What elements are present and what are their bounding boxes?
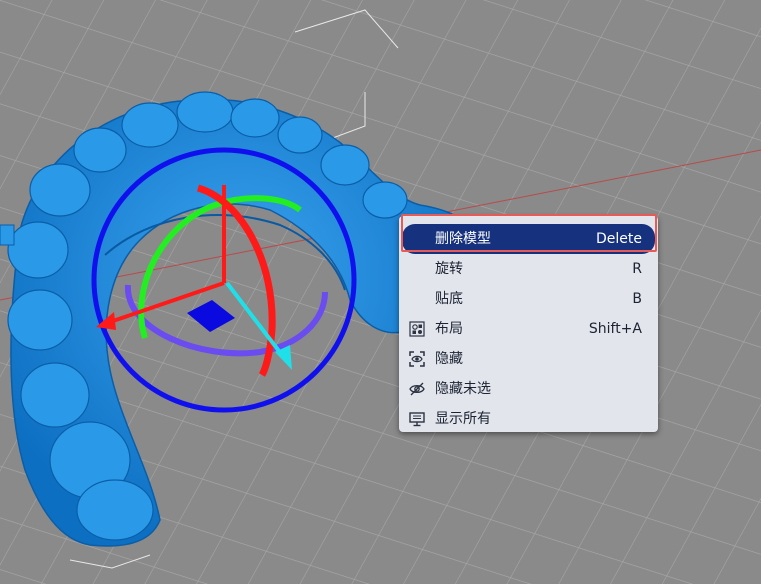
menu-item-hide-unselected[interactable]: 隐藏未选: [402, 374, 655, 404]
arrange-icon: [409, 321, 425, 337]
menu-item-delete-model[interactable]: 删除模型 Delete: [402, 224, 655, 254]
hide-icon: [409, 351, 425, 367]
menu-item-label: 隐藏: [435, 351, 463, 367]
menu-item-label: 布局: [435, 321, 463, 337]
menu-item-rotate[interactable]: 旋转 R: [402, 254, 655, 284]
menu-item-shortcut: B: [632, 291, 642, 307]
menu-item-arrange[interactable]: 布局 Shift+A: [402, 314, 655, 344]
menu-item-label: 显示所有: [435, 411, 491, 427]
menu-item-hide[interactable]: 隐藏: [402, 344, 655, 374]
menu-item-lay-flat[interactable]: 贴底 B: [402, 284, 655, 314]
menu-item-show-all[interactable]: 显示所有: [402, 404, 655, 434]
monitor-icon: [409, 411, 425, 427]
menu-item-shortcut: R: [632, 261, 642, 277]
menu-item-label: 贴底: [435, 291, 463, 307]
menu-item-label: 隐藏未选: [435, 381, 491, 397]
menu-item-label: 删除模型: [435, 231, 491, 247]
menu-item-shortcut: Shift+A: [588, 321, 642, 337]
menu-item-label: 旋转: [435, 261, 463, 277]
eye-icon: [409, 381, 425, 397]
context-menu: 删除模型 Delete 旋转 R 贴底 B 布局 Shift+A 隐藏 隐藏未选…: [399, 216, 658, 432]
menu-item-shortcut: Delete: [596, 231, 642, 247]
